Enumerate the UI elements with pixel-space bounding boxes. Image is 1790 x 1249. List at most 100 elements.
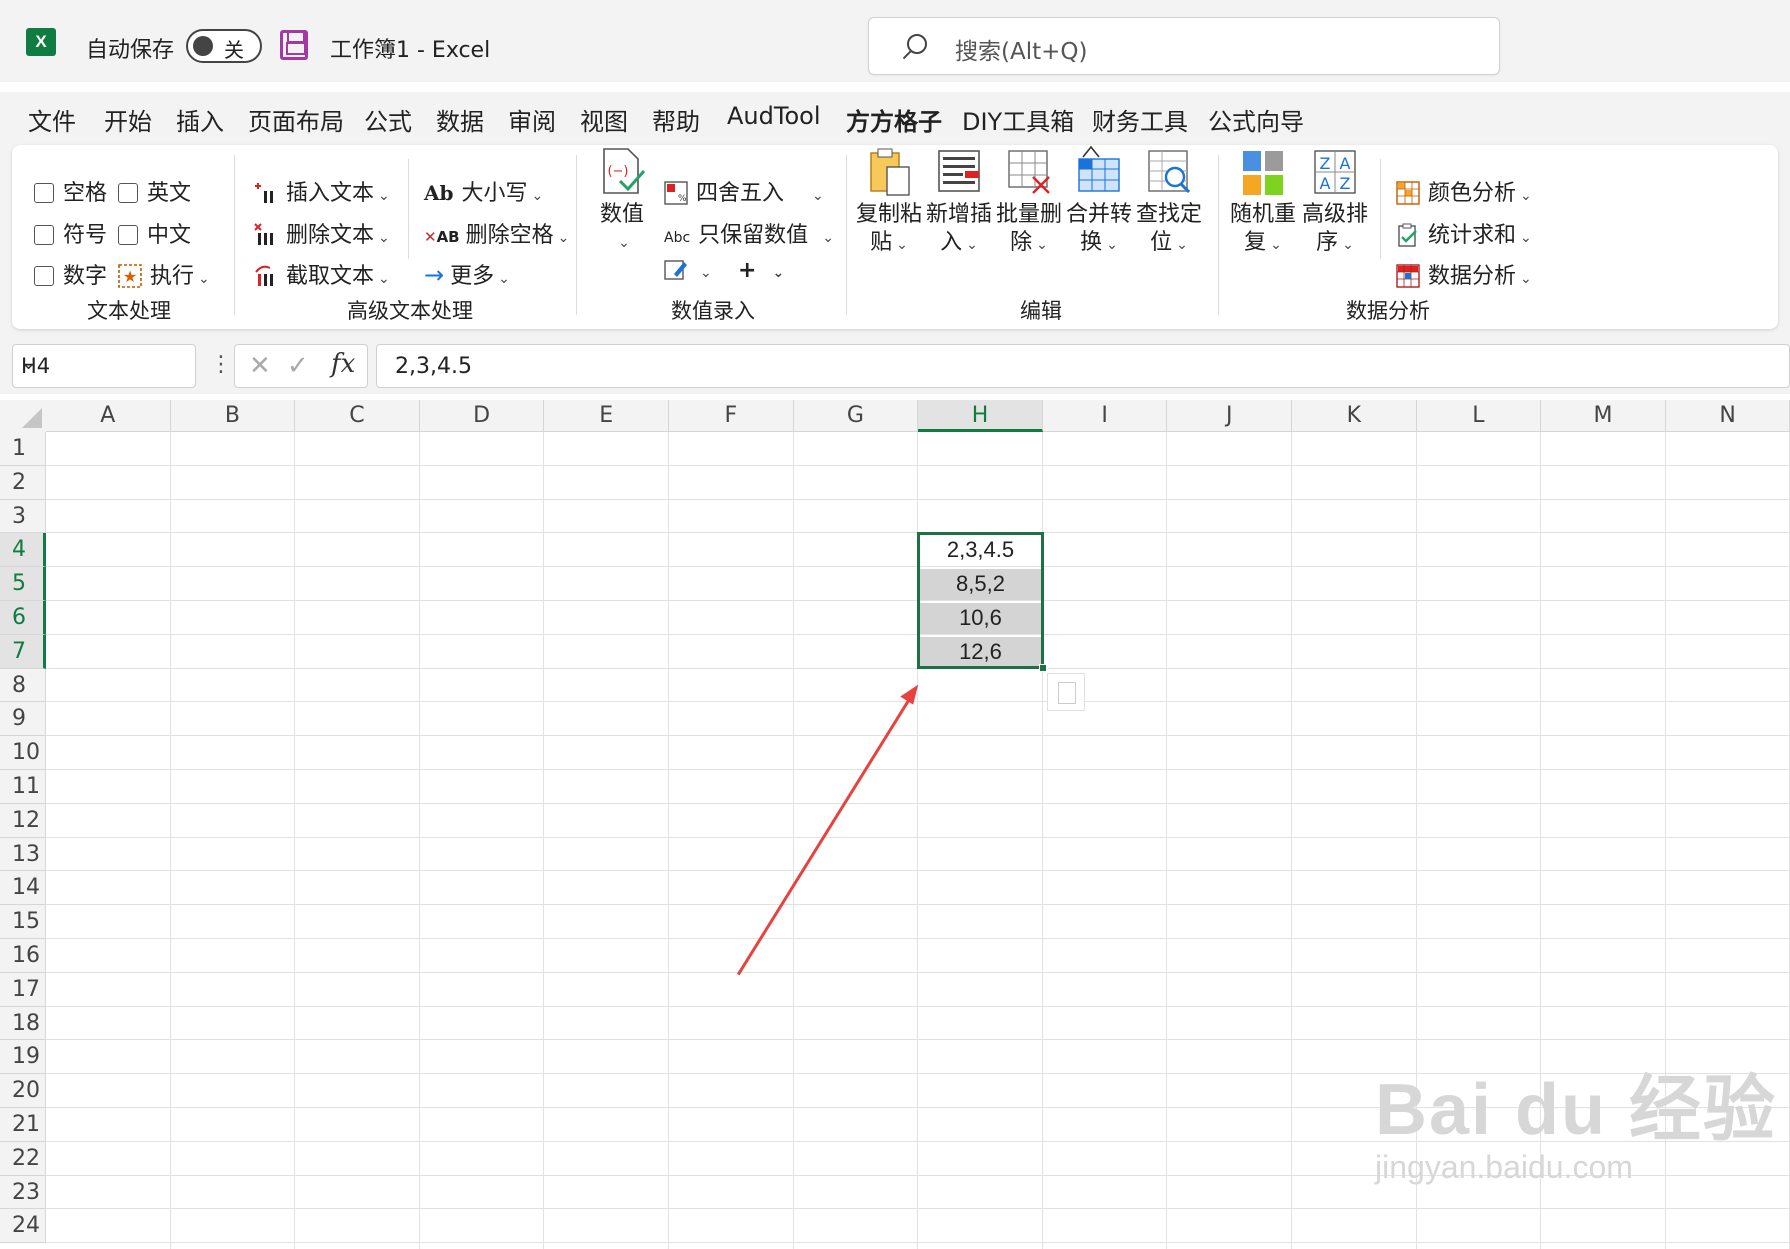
separator bbox=[408, 159, 409, 259]
autosave-state: 关 bbox=[224, 38, 244, 62]
delete-text-button[interactable]: 删除文本 ⌄ bbox=[254, 217, 390, 249]
value-button[interactable]: (−) 数值 ⌄ bbox=[592, 145, 652, 257]
sort-label: 高级排 bbox=[1302, 202, 1369, 227]
execute-icon: ★ bbox=[118, 264, 142, 288]
tab-diy[interactable]: DIY工具箱 bbox=[962, 102, 1074, 137]
extract-text-button[interactable]: 截取文本 ⌄ bbox=[254, 258, 390, 290]
checkbox-label: 英文 bbox=[147, 181, 192, 206]
checkbox-box[interactable] bbox=[118, 225, 138, 245]
merge-convert-label: 合并转 bbox=[1066, 202, 1133, 227]
checkbox-number[interactable]: 数字 bbox=[34, 258, 107, 290]
more-options-icon[interactable]: ⋮ bbox=[210, 352, 232, 377]
checkbox-label: 中文 bbox=[147, 223, 192, 248]
add-button[interactable]: + ⌄ bbox=[738, 258, 784, 283]
tab-formulas[interactable]: 公式 bbox=[364, 102, 412, 137]
tab-file[interactable]: 文件 bbox=[28, 102, 76, 137]
delete-text-icon bbox=[254, 223, 278, 247]
enter-icon[interactable]: ✓ bbox=[287, 351, 309, 381]
more-button[interactable]: → 更多 ⌄ bbox=[424, 258, 510, 290]
ribbon-tabs: 文件 开始 插入 页面布局 公式 数据 审阅 视图 帮助 AudTool 方方格… bbox=[0, 92, 1790, 147]
insert-text-button[interactable]: 插入文本 ⌄ bbox=[254, 175, 390, 207]
copy-paste-button[interactable]: 复制粘 贴 ⌄ bbox=[856, 145, 922, 259]
save-icon[interactable] bbox=[280, 30, 308, 60]
batch-delete-button[interactable]: 批量删 除 ⌄ bbox=[996, 145, 1062, 259]
tab-view[interactable]: 视图 bbox=[580, 102, 628, 137]
tab-home[interactable]: 开始 bbox=[104, 102, 152, 137]
case-button[interactable]: Ab 大小写 ⌄ bbox=[424, 175, 543, 207]
checkbox-box[interactable] bbox=[34, 225, 54, 245]
tab-review[interactable]: 审阅 bbox=[508, 102, 556, 137]
find-icon bbox=[1145, 145, 1193, 197]
delete-space-label: 删除空格 bbox=[465, 223, 554, 248]
plus-icon: + bbox=[738, 258, 757, 283]
checkbox-box[interactable] bbox=[34, 266, 54, 286]
edit-value-icon bbox=[664, 258, 688, 282]
random-repeat-button[interactable]: 随机重 复 ⌄ bbox=[1230, 145, 1296, 259]
merge-convert-icon bbox=[1075, 145, 1123, 197]
batch-delete-label-2: 除 bbox=[1010, 230, 1033, 255]
random-label: 随机重 bbox=[1230, 202, 1297, 227]
insert-new-label-2: 入 bbox=[940, 230, 963, 255]
formula-bar: H4 ⌄ ⋮ ✕ ✓ fx 2,3,4.5 bbox=[0, 342, 1790, 394]
insert-function-icon[interactable]: fx bbox=[331, 349, 355, 379]
tab-insert[interactable]: 插入 bbox=[176, 102, 224, 137]
checkbox-english[interactable]: 英文 bbox=[118, 175, 191, 207]
tab-page-layout[interactable]: 页面布局 bbox=[248, 102, 344, 137]
find-locate-button[interactable]: 查找定 位 ⌄ bbox=[1136, 145, 1202, 259]
merge-convert-label-2: 换 bbox=[1080, 230, 1103, 255]
find-locate-label: 查找定 bbox=[1136, 202, 1203, 227]
random-icon bbox=[1239, 145, 1287, 197]
case-icon: Ab bbox=[424, 181, 454, 205]
color-analysis-button[interactable]: 颜色分析 ⌄ bbox=[1396, 175, 1532, 207]
autosave-toggle[interactable]: 关 bbox=[186, 29, 262, 63]
data-analysis-icon bbox=[1396, 264, 1420, 288]
tab-help[interactable]: 帮助 bbox=[652, 102, 700, 137]
chevron-down-icon[interactable]: ⌄ bbox=[21, 353, 185, 374]
tab-fangfang[interactable]: 方方格子 bbox=[846, 102, 942, 147]
delete-text-label: 删除文本 bbox=[286, 223, 375, 248]
batch-delete-icon bbox=[1005, 145, 1053, 197]
stat-sum-icon bbox=[1396, 223, 1420, 247]
arrow-right-icon: → bbox=[424, 261, 445, 289]
checkbox-box[interactable] bbox=[118, 183, 138, 203]
advanced-sort-button[interactable]: ZAAZ 高级排 序 ⌄ bbox=[1302, 145, 1368, 259]
checkbox-box[interactable] bbox=[34, 183, 54, 203]
ribbon-panel: 空格 英文 符号 中文 数字 ★ 执行 ⌄ 文本处理 插入文本 ⌄ 删除文本 ⌄ 截取文… bbox=[12, 145, 1778, 329]
keep-number-button[interactable]: Abc 只保留数值 ⌄ bbox=[664, 217, 834, 249]
copy-paste-label-2: 贴 bbox=[870, 230, 893, 255]
baidu-watermark: Bai du 经验 jingyan.baidu.com bbox=[1375, 1050, 1777, 1186]
merge-convert-button[interactable]: 合并转 换 ⌄ bbox=[1066, 145, 1132, 259]
arrow-shaft bbox=[736, 693, 914, 976]
group-label-adv-text: 高级文本处理 bbox=[347, 299, 473, 323]
stat-sum-button[interactable]: 统计求和 ⌄ bbox=[1396, 217, 1532, 249]
execute-button[interactable]: ★ 执行 ⌄ bbox=[118, 258, 210, 290]
checkbox-symbol[interactable]: 符号 bbox=[34, 217, 107, 249]
separator bbox=[846, 155, 847, 315]
checkbox-space[interactable]: 空格 bbox=[34, 175, 107, 207]
formula-buttons: ✕ ✓ fx bbox=[234, 344, 368, 388]
extract-text-label: 截取文本 bbox=[286, 264, 375, 289]
tab-finance[interactable]: 财务工具 bbox=[1092, 102, 1188, 137]
delete-space-button[interactable]: ✕AB 删除空格 ⌄ bbox=[424, 217, 569, 249]
clipboard-icon bbox=[865, 145, 913, 197]
data-analysis-button[interactable]: 数据分析 ⌄ bbox=[1396, 258, 1532, 290]
group-label-analysis: 数据分析 bbox=[1346, 299, 1430, 323]
search-icon bbox=[907, 34, 927, 54]
insert-new-button[interactable]: 新增插 入 ⌄ bbox=[926, 145, 992, 259]
tab-formula-wizard[interactable]: 公式向导 bbox=[1208, 102, 1304, 137]
formula-input[interactable]: 2,3,4.5 bbox=[376, 344, 1790, 388]
insert-text-label: 插入文本 bbox=[286, 181, 375, 206]
edit-value-button[interactable]: ⌄ bbox=[664, 258, 712, 283]
case-label: 大小写 bbox=[461, 181, 528, 206]
tab-data[interactable]: 数据 bbox=[436, 102, 484, 137]
extract-text-icon bbox=[254, 264, 278, 288]
toggle-knob bbox=[193, 36, 213, 56]
cancel-icon[interactable]: ✕ bbox=[249, 351, 271, 381]
round-button[interactable]: % 四舍五入 ⌄ bbox=[664, 175, 824, 207]
name-box[interactable]: H4 ⌄ bbox=[12, 344, 196, 388]
excel-logo-icon: X bbox=[26, 28, 63, 56]
search-box[interactable]: 搜索(Alt+Q) bbox=[868, 17, 1500, 75]
svg-text:Z: Z bbox=[1340, 174, 1351, 193]
tab-audtool[interactable]: AudTool bbox=[727, 102, 820, 130]
checkbox-chinese[interactable]: 中文 bbox=[118, 217, 191, 249]
